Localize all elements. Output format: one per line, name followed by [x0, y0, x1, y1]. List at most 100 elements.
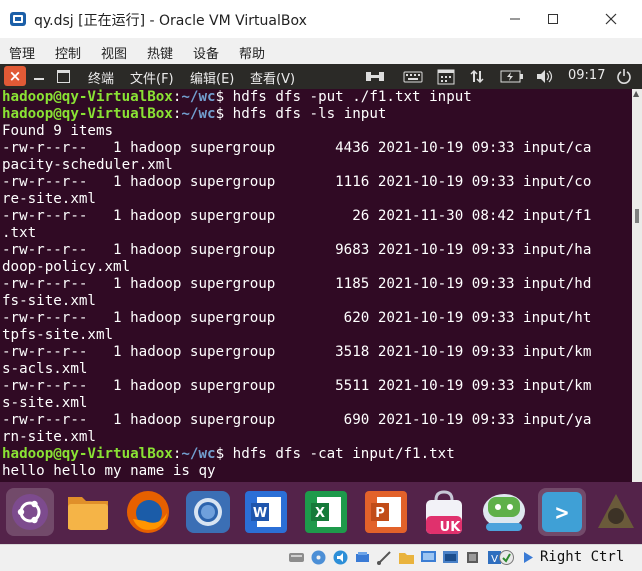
- wps-spreadsheet-letter: X: [315, 506, 325, 521]
- output-line: -rw-r--r-- 1 hadoop supergroup 1185 2021…: [2, 276, 592, 292]
- hard-disk-icon[interactable]: [288, 549, 305, 566]
- virtualbox-icon: [10, 12, 26, 26]
- dock-firefox-button[interactable]: [124, 488, 172, 536]
- prompt-path: ~/wc: [181, 106, 216, 122]
- output-line: tpfs-site.xml: [2, 327, 114, 343]
- output-line: -rw-r--r-- 1 hadoop supergroup 690 2021-…: [2, 412, 592, 428]
- clock[interactable]: 09:17: [568, 68, 605, 83]
- chromium-icon: [186, 491, 230, 533]
- calendar-icon[interactable]: [437, 68, 455, 85]
- command-text: hdfs dfs -cat input/f1.txt: [232, 446, 455, 462]
- prompt-line: hadoop@qy-VirtualBox:~/wc$ hdfs dfs -ls …: [2, 106, 386, 123]
- output-line: fs-site.xml: [2, 293, 96, 309]
- usb-icon[interactable]: [376, 549, 393, 566]
- ubuntu-logo-icon: [12, 494, 48, 530]
- dock-wps-presentation-button[interactable]: P: [362, 488, 410, 536]
- prompt-user: hadoop@qy-VirtualBox: [2, 89, 173, 105]
- dock-wps-spreadsheet-button[interactable]: X: [302, 488, 350, 536]
- guest-menu-terminal[interactable]: 终端: [88, 68, 114, 87]
- output-line: doop-policy.xml: [2, 259, 131, 275]
- prompt-user: hadoop@qy-VirtualBox: [2, 106, 173, 122]
- output-line: -rw-r--r-- 1 hadoop supergroup 3518 2021…: [2, 344, 592, 360]
- terminal-glyph: >: [555, 501, 568, 526]
- prompt-line: hadoop@qy-VirtualBox:~/wc$ hdfs dfs -put…: [2, 89, 472, 106]
- output-line: -rw-r--r-- 1 hadoop supergroup 4436 2021…: [2, 140, 592, 156]
- dock-ubuntu-button[interactable]: [6, 488, 54, 536]
- output-line: -rw-r--r-- 1 hadoop supergroup 9683 2021…: [2, 242, 592, 258]
- wps-presentation-icon: P: [365, 491, 407, 533]
- guest-menu-edit[interactable]: 编辑(E): [190, 68, 234, 87]
- audio-icon[interactable]: [332, 549, 349, 566]
- close-icon: [605, 13, 617, 25]
- terminal-maximize-icon[interactable]: [57, 70, 70, 83]
- output-line: Found 9 items: [2, 123, 114, 139]
- output-line: -rw-r--r-- 1 hadoop supergroup 1116 2021…: [2, 174, 592, 190]
- video-capture-icon[interactable]: [442, 549, 459, 566]
- vm-status-bar: V Right Ctrl: [0, 544, 642, 571]
- output-line: -rw-r--r-- 1 hadoop supergroup 5511 2021…: [2, 378, 592, 394]
- partial-app-icon: [598, 494, 634, 528]
- scrollbar-thumb[interactable]: [635, 209, 639, 223]
- battery-icon[interactable]: [500, 70, 524, 83]
- dock-ubuntu-kylin-software-button[interactable]: UK: [420, 488, 468, 536]
- dock-files-button[interactable]: [64, 488, 112, 536]
- shared-folder-icon[interactable]: [398, 549, 415, 566]
- prompt-end: $: [215, 89, 233, 105]
- output-line: .txt: [2, 225, 37, 241]
- wps-writer-letter: W: [253, 506, 267, 521]
- cpu-icon[interactable]: [464, 549, 481, 566]
- input-method-icon[interactable]: [365, 69, 385, 84]
- menu-control[interactable]: 控制: [55, 43, 81, 62]
- maximize-button[interactable]: [530, 0, 576, 38]
- terminal-output[interactable]: hadoop@qy-VirtualBox:~/wc$ hdfs dfs -put…: [0, 89, 632, 482]
- display-icon[interactable]: [420, 549, 437, 566]
- volume-icon[interactable]: [535, 69, 555, 84]
- host-key-arrow-icon[interactable]: [520, 549, 537, 566]
- menu-hotkey[interactable]: 热键: [147, 43, 173, 62]
- dock-youker-assistant-button[interactable]: [480, 488, 528, 536]
- terminal-close-button[interactable]: ×: [4, 66, 26, 86]
- menu-manage[interactable]: 管理: [9, 43, 35, 62]
- firefox-icon: [127, 491, 169, 533]
- scroll-up-icon[interactable]: ▲: [633, 89, 639, 98]
- close-button[interactable]: [588, 0, 634, 38]
- prompt-user: hadoop@qy-VirtualBox: [2, 446, 173, 462]
- terminal-minimize-icon[interactable]: [34, 78, 44, 80]
- prompt-path: ~/wc: [181, 89, 216, 105]
- guest-menu-view[interactable]: 查看(V): [250, 68, 295, 87]
- optical-drive-icon[interactable]: [310, 549, 327, 566]
- prompt-path: ~/wc: [181, 446, 216, 462]
- menu-devices[interactable]: 设备: [193, 43, 219, 62]
- prompt-end: $: [215, 446, 233, 462]
- prompt-end: $: [215, 106, 233, 122]
- menu-help[interactable]: 帮助: [239, 43, 265, 62]
- power-icon[interactable]: [616, 68, 632, 85]
- output-line: pacity-scheduler.xml: [2, 157, 173, 173]
- guest-top-panel: × 终端 文件(F) 编辑(E) 查看(V) 09:17: [0, 64, 642, 89]
- network-adapter-icon[interactable]: [354, 549, 371, 566]
- minimize-icon: [510, 18, 520, 20]
- host-key-label: Right Ctrl: [540, 549, 625, 565]
- output-line: s-site.xml: [2, 395, 88, 411]
- output-line: hello hello my name is qy: [2, 463, 216, 479]
- dock-partial-app-button[interactable]: [594, 488, 638, 536]
- prompt-line: hadoop@qy-VirtualBox:~/wc$ hdfs dfs -cat…: [2, 446, 455, 463]
- dock-terminal-button[interactable]: >: [538, 488, 586, 536]
- dock-wps-writer-button[interactable]: W: [242, 488, 290, 536]
- ubuntu-kylin-software-letters: UK: [440, 520, 462, 535]
- output-line: rn-site.xml: [2, 429, 96, 445]
- ubuntu-kylin-software-icon: UK: [426, 490, 462, 535]
- wps-spreadsheet-icon: X: [305, 491, 347, 533]
- files-icon: [68, 497, 108, 530]
- guest-menu-file[interactable]: 文件(F): [130, 68, 174, 87]
- output-line: re-site.xml: [2, 191, 96, 207]
- dock-chromium-button[interactable]: [184, 488, 232, 536]
- command-text: hdfs dfs -put ./f1.txt input: [232, 89, 472, 105]
- menu-view[interactable]: 视图: [101, 43, 127, 62]
- mouse-integration-icon[interactable]: [498, 549, 515, 566]
- terminal-scrollbar[interactable]: ▲: [632, 89, 642, 482]
- network-icon[interactable]: [469, 69, 485, 84]
- output-line: -rw-r--r-- 1 hadoop supergroup 620 2021-…: [2, 310, 592, 326]
- window-title: qy.dsj [正在运行] - Oracle VM VirtualBox: [34, 13, 307, 29]
- keyboard-icon[interactable]: [403, 69, 423, 84]
